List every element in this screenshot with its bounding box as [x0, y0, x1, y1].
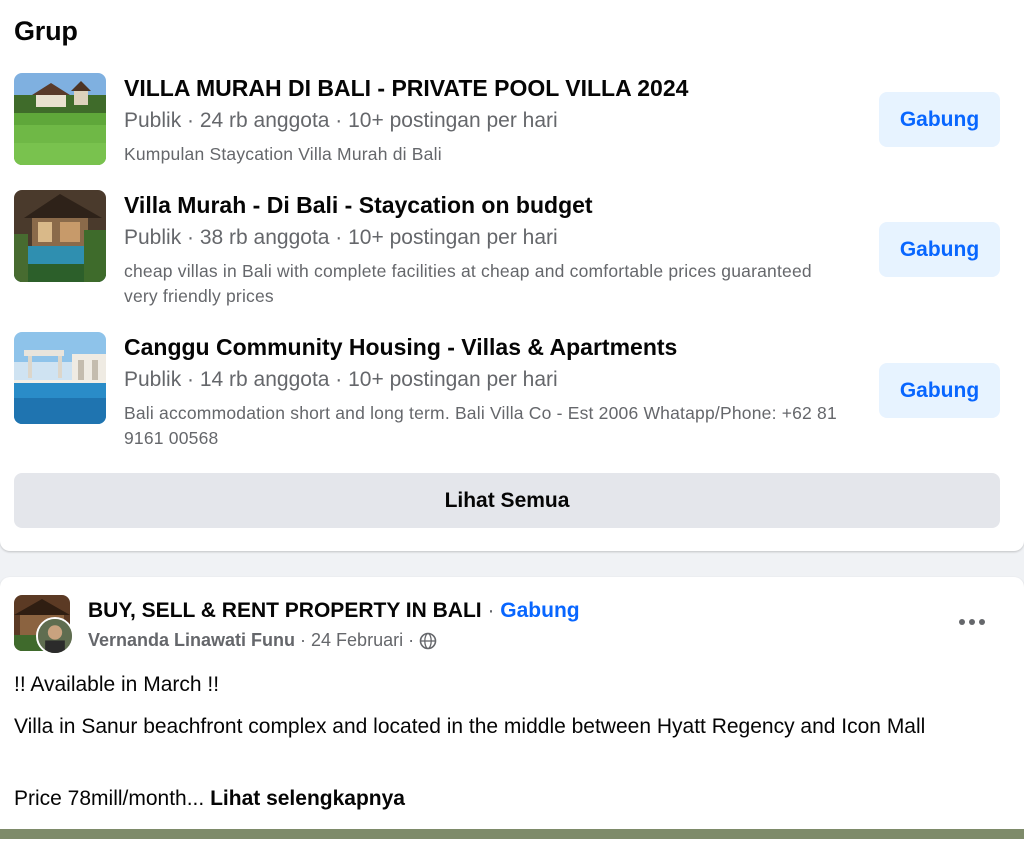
group-meta: Publik · 14 rb anggota · 10+ postingan p… — [124, 368, 558, 391]
post-text-last-line: Price 78mill/month... Lihat selengkapnya — [14, 783, 1004, 814]
separator-dot: · — [300, 630, 307, 650]
group-thumbnail-2 — [14, 190, 106, 282]
group-name[interactable]: Canggu Community Housing - Villas & Apar… — [124, 334, 864, 361]
post-date[interactable]: 24 Februari — [311, 630, 403, 651]
group-description: Kumpulan Staycation Villa Murah di Bali — [124, 144, 442, 164]
post-subline: Vernanda Linawati Funu · 24 Februari · — [88, 630, 437, 651]
see-all-button[interactable]: Lihat Semua — [14, 473, 1000, 528]
join-group-button[interactable]: Gabung — [879, 363, 1000, 418]
post-group-title: BUY, SELL & RENT PROPERTY IN BALI · Gabu… — [88, 599, 580, 623]
group-meta: Publik · 38 rb anggota · 10+ postingan p… — [124, 226, 558, 249]
globe-icon — [419, 632, 437, 650]
group-name[interactable]: Villa Murah - Di Bali - Staycation on bu… — [124, 192, 864, 219]
group-thumbnail-1 — [14, 73, 106, 165]
more-options-icon[interactable] — [952, 607, 992, 637]
see-more-link[interactable]: Lihat selengkapnya — [210, 787, 405, 810]
rice-field-villa-photo[interactable] — [14, 73, 106, 165]
groups-card: Grup VILLA MURAH DI BALI - PRIVATE POOL … — [0, 0, 1024, 551]
post-text-line: Price 78mill/month... — [14, 787, 205, 810]
group-name[interactable]: VILLA MURAH DI BALI - PRIVATE POOL VILLA… — [124, 75, 864, 102]
infinity-pool-photo[interactable] — [14, 332, 106, 424]
post-group-name-link[interactable]: BUY, SELL & RENT PROPERTY IN BALI — [88, 599, 482, 622]
separator-dot: · — [408, 630, 415, 650]
post-join-link[interactable]: Gabung — [500, 599, 579, 622]
post-card: BUY, SELL & RENT PROPERTY IN BALI · Gabu… — [0, 577, 1024, 847]
pool-villa-photo[interactable] — [14, 190, 106, 282]
group-thumbnail-3 — [14, 332, 106, 424]
group-meta: Publik · 24 rb anggota · 10+ postingan p… — [124, 109, 558, 132]
separator-dot: · — [487, 599, 495, 622]
post-text-line: Villa in Sanur beachfront complex and lo… — [14, 715, 926, 738]
post-author[interactable]: Vernanda Linawati Funu — [88, 630, 295, 651]
section-title: Grup — [14, 16, 78, 46]
author-avatar-image — [38, 619, 72, 653]
post-media-preview[interactable] — [0, 829, 1024, 839]
group-description: Bali accommodation short and long term. … — [124, 403, 837, 448]
join-group-button[interactable]: Gabung — [879, 92, 1000, 147]
avatar[interactable] — [36, 617, 74, 655]
post-text-line: !! Available in March !! — [14, 673, 220, 696]
join-group-button[interactable]: Gabung — [879, 222, 1000, 277]
group-description: cheap villas in Bali with complete facil… — [124, 261, 812, 306]
